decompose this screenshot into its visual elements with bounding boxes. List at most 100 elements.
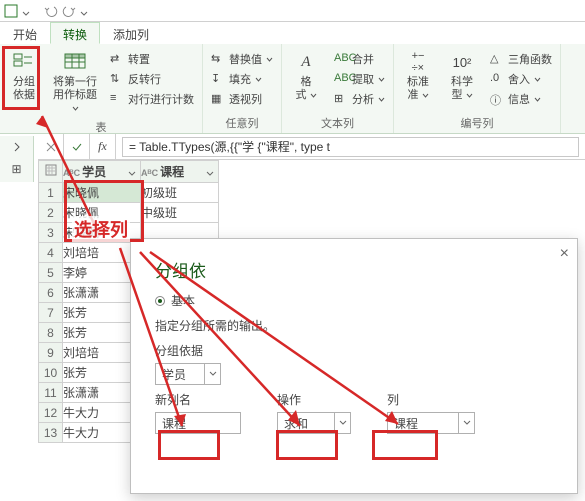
newcol-label: 新列名 (155, 391, 241, 408)
ribbon-tabs: 开始 转换 添加列 (0, 22, 585, 44)
trig-icon: △ (490, 52, 504, 66)
tab-home[interactable]: 开始 (0, 22, 50, 44)
row-header[interactable]: 8 (39, 323, 63, 343)
expand-pane-icon (12, 142, 22, 152)
group-by-label2: 依据 (13, 89, 35, 101)
format-icon: A (294, 50, 318, 74)
parse-icon: ⊞ (334, 92, 348, 106)
first-row-label1: 将第一行 (53, 76, 97, 88)
group-by-combo[interactable]: 学员 (155, 363, 221, 385)
row-header[interactable]: 11 (39, 383, 63, 403)
group-by-button[interactable]: 分组依据 (4, 48, 44, 117)
dialog-title: 分组依 (155, 257, 553, 282)
cell[interactable]: 宋晓佩 (63, 183, 141, 203)
column-combo[interactable]: 课程 (387, 412, 475, 434)
chevron-down-icon (334, 413, 350, 433)
group-label-anycol: 任意列 (226, 113, 259, 133)
row-header[interactable]: 3 (39, 223, 63, 243)
pivot-icon: ▦ (211, 92, 225, 106)
pivot-button[interactable]: ▦透视列 (207, 90, 277, 108)
round-button[interactable]: .0舍入 (486, 70, 556, 88)
row-header[interactable]: 1 (39, 183, 63, 203)
row-header[interactable]: 5 (39, 263, 63, 283)
row-header[interactable]: 10 (39, 363, 63, 383)
row-header[interactable]: 2 (39, 203, 63, 223)
merge-icon: ABC (334, 52, 348, 66)
operation-label: 操作 (277, 391, 351, 408)
round-icon: .0 (490, 72, 504, 86)
info-button[interactable]: ⓘ信息 (486, 90, 556, 108)
dialog-description: 指定分组所需的输出。 (155, 317, 275, 334)
replace-values-button[interactable]: ⇆替换值 (207, 50, 277, 68)
select-all-corner[interactable] (39, 161, 63, 183)
newcol-input[interactable]: 课程 (155, 412, 241, 434)
operation-combo[interactable]: 求和 (277, 412, 351, 434)
parse-button[interactable]: ⊞分析 (330, 90, 389, 108)
qat-more[interactable] (80, 7, 88, 15)
cell[interactable]: 李婷 (63, 263, 141, 283)
row-header[interactable]: 12 (39, 403, 63, 423)
basic-radio-label: 基本 (171, 292, 195, 309)
cell[interactable]: 张潇潇 (63, 383, 141, 403)
reverse-rows-button[interactable]: ⇅反转行 (106, 70, 198, 88)
cell[interactable]: 牛大力 (63, 423, 141, 443)
merge-button[interactable]: ABC合并 (330, 50, 389, 68)
formula-confirm[interactable] (64, 134, 90, 160)
formula-fx[interactable]: fx (90, 134, 116, 160)
count-rows-button[interactable]: ≡对行进行计数 (106, 90, 198, 108)
trig-button[interactable]: △三角函数 (486, 50, 556, 68)
row-header[interactable]: 7 (39, 303, 63, 323)
tab-transform[interactable]: 转换 (50, 22, 100, 44)
standard-button[interactable]: +−÷× 标准准 (398, 48, 438, 108)
redo-icon[interactable] (62, 4, 76, 18)
use-first-row-headers-button[interactable]: 将第一行用作标题 (48, 48, 102, 117)
extract-button[interactable]: ABC提取 (330, 70, 389, 88)
dialog-close-button[interactable]: × (560, 245, 569, 263)
group-by-dialog: × 分组依 基本 指定分组所需的输出。 分组依据 学员 新列名 课程 操作 求和… (130, 238, 578, 494)
queries-pane-collapsed[interactable]: ⊞ (0, 136, 34, 182)
row-header[interactable]: 9 (39, 343, 63, 363)
group-by-label1: 分组 (13, 76, 35, 88)
table-headers-icon (63, 50, 87, 74)
chevron-down-icon (204, 364, 220, 384)
first-row-label2: 用作标题 (53, 89, 97, 101)
row-header[interactable]: 6 (39, 283, 63, 303)
column-header-1[interactable]: AᴮC学员 (63, 161, 141, 183)
scientific-button[interactable]: 10² 科学型 (442, 48, 482, 108)
group-by-icon (12, 50, 36, 74)
replace-icon: ⇆ (211, 52, 225, 66)
cell[interactable]: 中级班 (141, 203, 219, 223)
fill-button[interactable]: ↧填充 (207, 70, 277, 88)
cell[interactable]: 张芳 (63, 323, 141, 343)
cell[interactable]: 牛大力 (63, 403, 141, 423)
column-label: 列 (387, 391, 475, 408)
basic-radio[interactable] (155, 296, 165, 306)
formula-input[interactable]: = Table.TTypes(源,{{"学 {"课程", type t (122, 137, 579, 157)
cell[interactable]: 张芳 (63, 363, 141, 383)
undo-icon[interactable] (44, 4, 58, 18)
col1-filter-icon[interactable] (128, 167, 136, 181)
cell[interactable]: 刘培培 (63, 343, 141, 363)
formula-bar: fx = Table.TTypes(源,{{"学 {"课程", type t (38, 134, 585, 160)
group-label-table: 表 (96, 117, 107, 137)
cell[interactable]: 刘培培 (63, 243, 141, 263)
formula-cancel[interactable] (38, 134, 64, 160)
app-icon (4, 4, 18, 18)
cell[interactable]: 初级班 (141, 183, 219, 203)
group-label-textcol: 文本列 (321, 113, 354, 133)
transpose-button[interactable]: ⇄转置 (106, 50, 198, 68)
format-button[interactable]: A 格式 (286, 48, 326, 108)
tab-addcolumn[interactable]: 添加列 (100, 22, 162, 44)
cell[interactable]: 张芳 (63, 303, 141, 323)
extract-icon: ABC (334, 72, 348, 86)
transpose-icon: ⇄ (110, 52, 124, 66)
column-header-2[interactable]: AᴮC课程 (141, 161, 219, 183)
cell[interactable]: 张潇潇 (63, 283, 141, 303)
standard-icon: +−÷× (406, 50, 430, 74)
info-icon: ⓘ (490, 92, 504, 106)
row-header[interactable]: 4 (39, 243, 63, 263)
col2-filter-icon[interactable] (206, 167, 214, 181)
qat-menu[interactable] (22, 7, 30, 15)
row-header[interactable]: 13 (39, 423, 63, 443)
group-by-field-label: 分组依据 (155, 342, 553, 359)
